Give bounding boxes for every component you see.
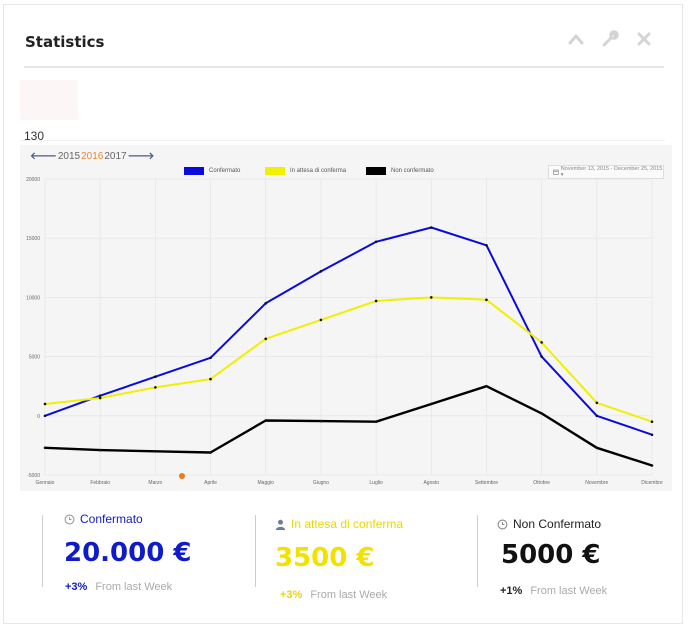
series-point <box>264 302 268 305</box>
series-point <box>43 402 47 406</box>
collapse-button[interactable] <box>566 31 586 47</box>
series-point <box>319 270 323 273</box>
divider <box>20 140 665 141</box>
series-point <box>540 412 543 415</box>
y-tick-label: 5000 <box>29 355 40 361</box>
series-point <box>650 464 654 467</box>
stat-label-text: Confermato <box>80 512 143 526</box>
series-point <box>264 337 268 341</box>
series-point <box>595 401 599 405</box>
series-point <box>540 355 543 358</box>
series-point <box>540 341 543 344</box>
x-tick-label: Luglio <box>369 480 383 486</box>
x-tick-label: Agosto <box>423 480 439 486</box>
x-tick-label: Maggio <box>258 480 275 486</box>
user-icon <box>275 519 286 530</box>
series-point <box>374 299 378 303</box>
series-point <box>374 420 378 424</box>
stat-card-confermato: Confermato 20.000 € +3% From last Week <box>62 505 262 605</box>
series-point <box>98 396 102 400</box>
panel-title: Statistics <box>25 33 105 51</box>
stat-change-pct: +1% <box>500 585 523 597</box>
stats-summary: Confermato 20.000 € +3% From last Week In… <box>40 505 660 610</box>
stat-label: Non Confermato <box>497 517 601 531</box>
y-tick-label: 0 <box>37 414 40 420</box>
series-point <box>374 240 378 244</box>
line-chart: 20000 15000 10000 5000 0 -5000Gennaio Febbraio… <box>26 177 663 486</box>
chart-area: 🡐 2015 2016 2017 🡒 Confermato In attesa … <box>20 145 672 491</box>
scrollbar-handle[interactable] <box>178 472 186 480</box>
clock-icon <box>497 519 508 529</box>
series-point <box>485 244 488 247</box>
series-point <box>209 451 212 454</box>
close-button[interactable] <box>634 31 654 47</box>
series-line <box>44 296 653 423</box>
clock-icon <box>64 514 75 524</box>
x-tick-label: Novembre <box>585 480 608 486</box>
series-point <box>650 420 654 424</box>
series-point <box>319 318 323 322</box>
stat-value: 5000 € <box>501 540 601 570</box>
x-tick-label: Febbraio <box>90 480 110 486</box>
x-tick-label: Giugno <box>313 480 329 486</box>
x-tick-label: Dicembre <box>641 480 663 486</box>
stat-label-text: Non Confermato <box>513 517 602 531</box>
series-point <box>154 386 157 389</box>
series-point <box>429 296 433 299</box>
series-point <box>154 450 157 453</box>
chevron-up-icon <box>568 34 584 45</box>
stat-change: +3% From last Week <box>280 589 387 601</box>
stat-change-pct: +3% <box>280 589 303 601</box>
stat-label-text: In attesa di conferma <box>291 517 404 531</box>
series-point <box>650 433 654 437</box>
series-line <box>44 384 653 467</box>
y-tick-label: 10000 <box>26 295 40 301</box>
series-point <box>485 298 488 302</box>
series-point <box>485 384 488 388</box>
stat-change-text: From last Week <box>310 589 388 601</box>
series-point <box>43 446 47 450</box>
x-tick-label: Marzo <box>148 480 162 486</box>
stat-change: +1% From last Week <box>500 585 607 597</box>
stat-change-text: From last Week <box>530 585 608 597</box>
series-point <box>264 419 268 422</box>
stat-divider <box>477 515 478 587</box>
series-line <box>44 226 653 436</box>
y-tick-label: 15000 <box>26 236 40 242</box>
panel-toolbar <box>566 30 654 47</box>
y-tick-label: -5000 <box>27 473 40 479</box>
stat-change-pct: +3% <box>65 581 88 593</box>
stat-change: +3% From last Week <box>65 581 172 593</box>
wrench-icon <box>602 30 619 47</box>
blurred-placeholder <box>20 80 78 120</box>
series-point <box>209 356 212 360</box>
series-point <box>209 377 212 381</box>
series-point <box>98 448 102 452</box>
stat-value: 20.000 € <box>64 538 192 568</box>
x-tick-label: Gennaio <box>36 480 55 486</box>
series-point <box>319 419 323 423</box>
series-point <box>154 375 157 379</box>
stat-card-non-confermato: Non Confermato 5000 € +1% From last Week <box>497 505 667 605</box>
header-divider <box>24 66 664 68</box>
close-icon <box>637 32 651 46</box>
series-point <box>595 414 599 418</box>
x-tick-label: Aprile <box>204 480 217 486</box>
series-point <box>98 394 102 397</box>
stat-label: In attesa di conferma <box>275 517 403 531</box>
series-point <box>595 446 599 450</box>
y-tick-label: 20000 <box>26 177 40 183</box>
stat-card-in-attesa: In attesa di conferma 3500 € +3% From las… <box>275 505 475 605</box>
series-point <box>429 402 433 406</box>
settings-button[interactable] <box>600 30 620 47</box>
stat-divider <box>42 515 43 587</box>
x-tick-label: Settembre <box>475 480 498 486</box>
stat-value: 3500 € <box>275 543 375 573</box>
stat-label: Confermato <box>64 512 143 526</box>
stat-change-text: From last Week <box>95 581 173 593</box>
stat-divider <box>255 515 256 587</box>
series-point <box>43 414 47 418</box>
series-point <box>429 226 433 229</box>
x-tick-label: Ottobre <box>533 480 550 486</box>
